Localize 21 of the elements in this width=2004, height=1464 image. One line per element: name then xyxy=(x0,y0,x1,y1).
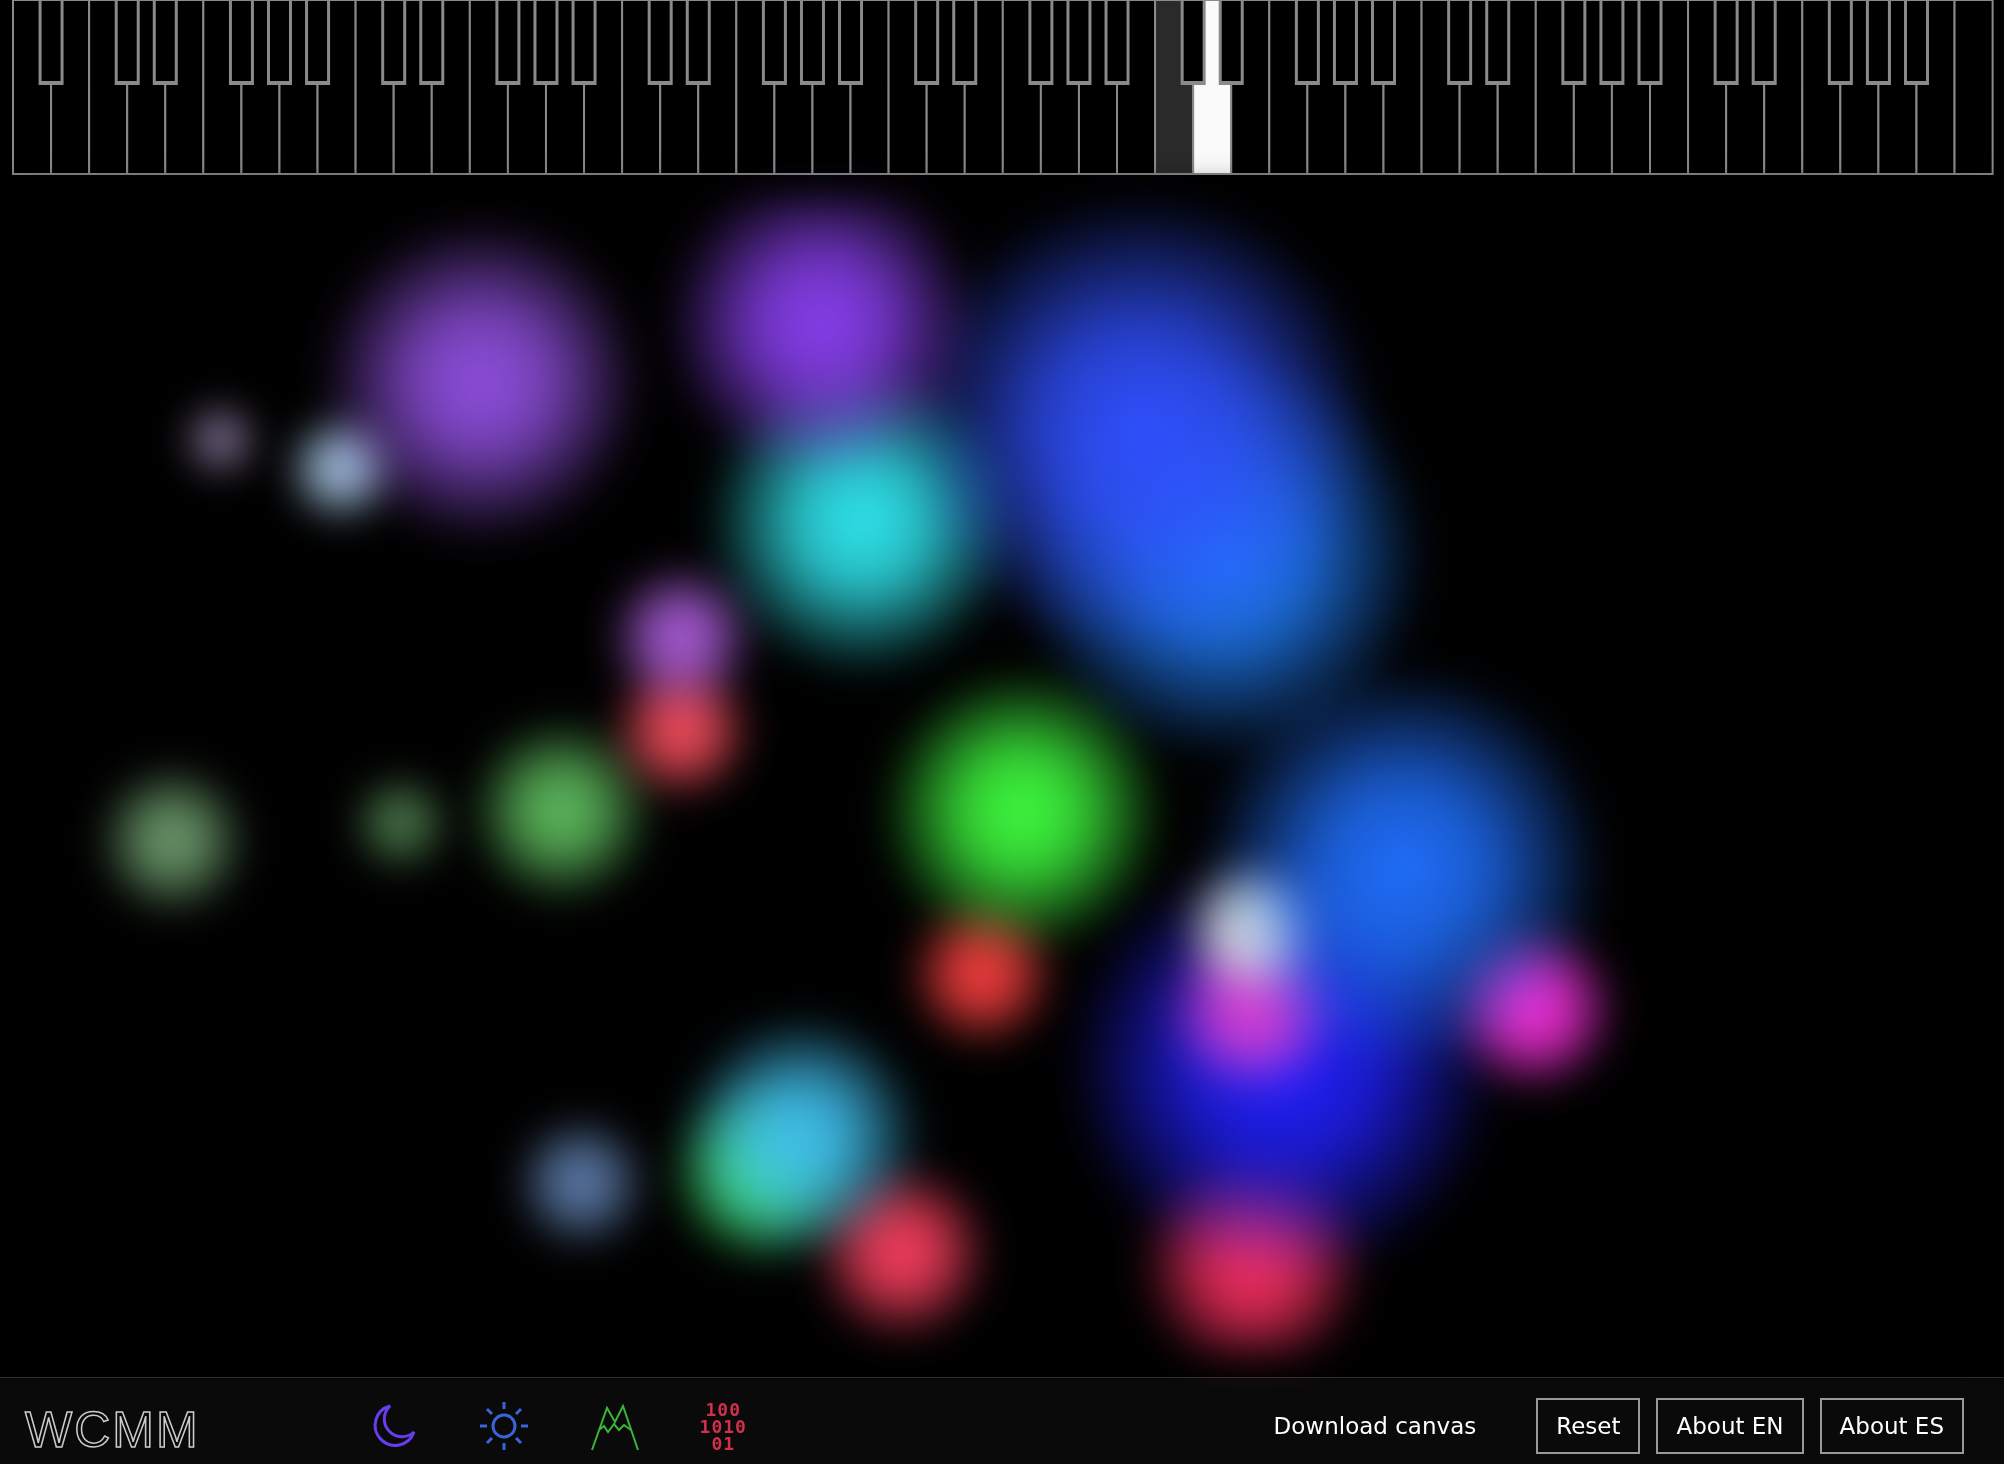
piano-key[interactable] xyxy=(1105,0,1129,83)
piano-key[interactable] xyxy=(268,0,291,83)
piano-key[interactable] xyxy=(1866,0,1890,83)
piano-key[interactable] xyxy=(1219,0,1243,83)
piano-key[interactable] xyxy=(686,0,710,83)
piano-key[interactable] xyxy=(572,0,596,83)
footer-button[interactable]: About ES xyxy=(1819,1398,1964,1454)
piano-key[interactable] xyxy=(1752,0,1776,83)
footer-button[interactable]: About EN xyxy=(1656,1398,1804,1454)
piano-key[interactable] xyxy=(1333,0,1357,83)
piano-key[interactable] xyxy=(534,0,558,83)
piano-key[interactable] xyxy=(1067,0,1091,83)
piano-key[interactable] xyxy=(800,0,824,83)
download-link[interactable]: Download canvas xyxy=(1273,1413,1477,1439)
piano-key[interactable] xyxy=(1192,0,1233,175)
logo: WCMM xyxy=(25,1401,200,1459)
sun-icon[interactable] xyxy=(477,1400,530,1452)
piano-key[interactable] xyxy=(1600,0,1624,83)
footer-button[interactable]: Reset xyxy=(1536,1398,1641,1454)
piano-key[interactable] xyxy=(153,0,177,83)
piano-key[interactable] xyxy=(1953,0,1994,175)
